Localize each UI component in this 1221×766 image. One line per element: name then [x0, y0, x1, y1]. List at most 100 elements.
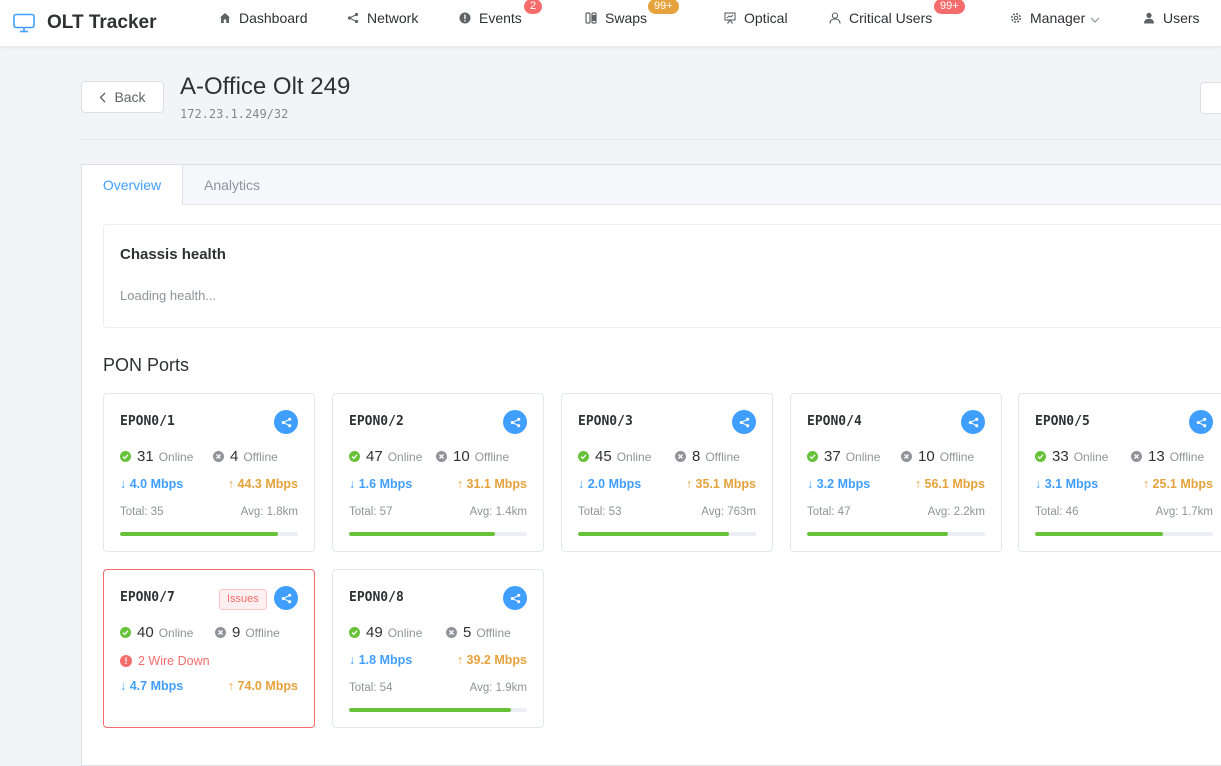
upload-rate: ↑ 74.0 Mbps: [227, 679, 298, 693]
offline-count: 9: [232, 624, 241, 641]
tab-overview[interactable]: Overview: [82, 165, 183, 205]
online-label: Online: [1073, 449, 1109, 464]
nav-label: Dashboard: [239, 10, 308, 26]
swap-icon: [584, 11, 598, 25]
page-title: A-Office Olt 249: [180, 73, 351, 100]
tab-bar: Overview Analytics: [82, 165, 1221, 205]
online-progress-fill: [1035, 532, 1164, 536]
share-button[interactable]: [961, 410, 985, 434]
nav-label: Events: [479, 10, 522, 26]
issues-tag: Issues: [219, 589, 267, 610]
error-icon: !: [120, 655, 132, 667]
online-progress-fill: [120, 532, 279, 536]
header-action-button[interactable]: [1200, 82, 1221, 114]
brand[interactable]: OLT Tracker: [13, 7, 156, 39]
offline-count: 4: [230, 448, 239, 465]
port-card[interactable]: EPON0/8 49 Online 5 Offline ↓ 1.8 Mbps ↑…: [332, 569, 544, 728]
back-button[interactable]: Back: [81, 81, 164, 113]
nav-events[interactable]: Events 2: [458, 0, 543, 36]
port-card[interactable]: EPON0/1 31 Online 4 Offline ↓ 4.0 Mbps ↑…: [103, 393, 315, 552]
presentation-icon: [723, 11, 737, 25]
nav-critical-users[interactable]: Critical Users 99+: [828, 0, 965, 36]
nav-manager[interactable]: Manager: [1009, 0, 1100, 36]
online-label: Online: [387, 625, 423, 640]
check-circle-icon: [349, 627, 360, 638]
online-count: 47: [366, 448, 383, 465]
offline-count: 10: [453, 448, 470, 465]
port-name: EPON0/1: [120, 414, 175, 429]
share-icon: [739, 417, 749, 427]
avg-distance: Avg: 2.2km: [927, 506, 985, 518]
port-name: EPON0/4: [807, 414, 862, 429]
offline-label: Offline: [1169, 449, 1205, 464]
share-button[interactable]: [274, 586, 298, 610]
offline-label: Offline: [476, 625, 511, 640]
check-circle-icon: [349, 451, 360, 462]
offline-stat: 10 Offline: [901, 448, 974, 465]
total-count: Total: 47: [807, 506, 851, 518]
tab-analytics[interactable]: Analytics: [183, 165, 281, 204]
avg-distance: Avg: 763m: [701, 506, 756, 518]
upload-rate: ↑ 44.3 Mbps: [227, 477, 298, 491]
nav-label: Network: [367, 10, 419, 26]
port-card[interactable]: EPON0/2 47 Online 10 Offline ↓ 1.6 Mbps …: [332, 393, 544, 552]
download-rate: ↓ 4.7 Mbps: [120, 679, 184, 693]
share-icon: [968, 417, 978, 427]
x-circle-icon: [213, 451, 224, 462]
app-title: OLT Tracker: [47, 12, 157, 33]
online-stat: 45 Online: [578, 448, 651, 465]
nav-optical[interactable]: Optical: [723, 0, 788, 36]
share-button[interactable]: [1189, 410, 1213, 434]
nav-users[interactable]: Users: [1142, 0, 1200, 36]
nav-label: Swaps: [605, 10, 648, 26]
offline-count: 8: [692, 448, 701, 465]
nav-network[interactable]: Network: [346, 0, 418, 36]
download-rate: ↓ 2.0 Mbps: [578, 477, 642, 491]
x-circle-icon: [901, 451, 912, 462]
offline-label: Offline: [705, 449, 740, 464]
upload-rate: ↑ 39.2 Mbps: [456, 653, 527, 667]
port-card[interactable]: EPON0/7 Issues 40 Online 9 Offline ! 2 W…: [103, 569, 315, 728]
port-name: EPON0/2: [349, 414, 404, 429]
offline-count: 10: [918, 448, 935, 465]
share-button[interactable]: [503, 586, 527, 610]
online-progress-fill: [578, 532, 730, 536]
chassis-health-card: Chassis health Loading health...: [103, 224, 1221, 328]
total-count: Total: 46: [1035, 506, 1079, 518]
share-button[interactable]: [732, 410, 756, 434]
online-progress-bar: [807, 532, 985, 536]
nav-label: Optical: [744, 10, 788, 26]
offline-count: 13: [1148, 448, 1165, 465]
online-progress-bar: [578, 532, 756, 536]
share-icon: [281, 417, 291, 427]
download-rate: ↓ 4.0 Mbps: [120, 477, 184, 491]
online-progress-bar: [349, 532, 527, 536]
check-circle-icon: [807, 451, 818, 462]
check-circle-icon: [578, 451, 589, 462]
chevron-down-icon: [1090, 10, 1100, 26]
avg-distance: Avg: 1.8km: [240, 506, 298, 518]
offline-label: Offline: [939, 449, 975, 464]
x-circle-icon: [675, 451, 686, 462]
share-button[interactable]: [274, 410, 298, 434]
nav-dashboard[interactable]: Dashboard: [218, 0, 308, 36]
offline-stat: 4 Offline: [213, 448, 278, 465]
chassis-health-status: Loading health...: [120, 288, 217, 303]
online-count: 37: [824, 448, 841, 465]
check-circle-icon: [1035, 451, 1046, 462]
back-label: Back: [114, 89, 146, 105]
home-icon: [218, 11, 232, 25]
share-button[interactable]: [503, 410, 527, 434]
wire-down-text: 2 Wire Down: [138, 654, 210, 668]
port-card[interactable]: EPON0/3 45 Online 8 Offline ↓ 2.0 Mbps ↑…: [561, 393, 773, 552]
offline-stat: 9 Offline: [215, 624, 280, 641]
x-circle-icon: [215, 627, 226, 638]
alert-icon: [458, 11, 472, 25]
online-count: 49: [366, 624, 383, 641]
port-card[interactable]: EPON0/5 33 Online 13 Offline ↓ 3.1 Mbps …: [1018, 393, 1221, 552]
x-circle-icon: [436, 451, 447, 462]
gear-icon: [1009, 11, 1023, 25]
nav-swaps[interactable]: Swaps 99+: [584, 0, 679, 36]
port-card[interactable]: EPON0/4 37 Online 10 Offline ↓ 3.2 Mbps …: [790, 393, 1002, 552]
online-count: 40: [137, 624, 154, 641]
